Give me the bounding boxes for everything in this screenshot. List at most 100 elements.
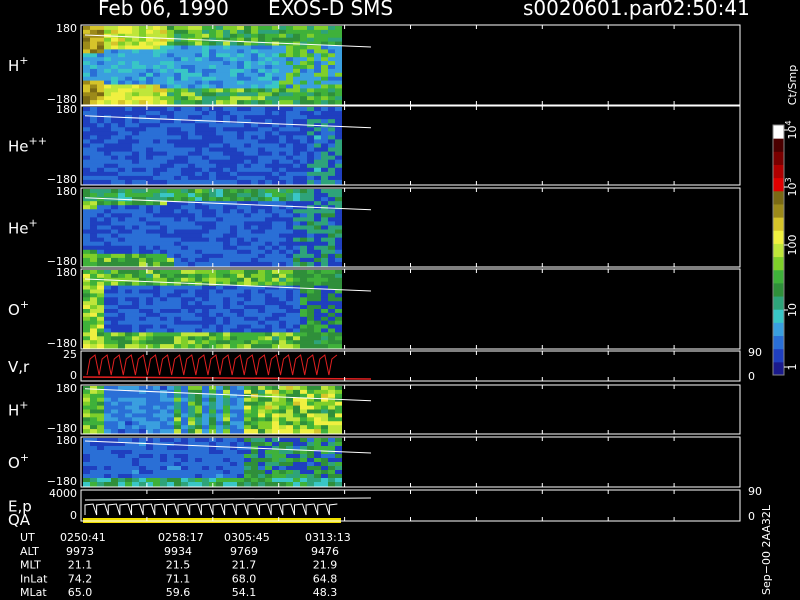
spectrogram-cell [111, 119, 118, 124]
spectrogram-cell [279, 253, 286, 259]
spectrogram-cell [167, 68, 174, 74]
spectrogram-cell [160, 49, 167, 54]
spectrogram-cell [244, 324, 251, 330]
spectrogram-cell [118, 119, 125, 124]
colorbar-tick-label: 100 [786, 235, 799, 256]
spectrogram-cell [97, 107, 104, 112]
spectrogram-cell [314, 320, 321, 326]
spectrogram-cell [258, 249, 265, 255]
spectrogram-cell [139, 131, 146, 136]
spectrogram-cell [153, 49, 160, 54]
spectrogram-cell [265, 261, 272, 267]
spectrogram-cell [153, 41, 160, 47]
spectrogram-cell [146, 458, 153, 463]
spectrogram-cell [209, 454, 216, 459]
spectrogram-cell [181, 139, 188, 145]
spectrogram-cell [83, 397, 90, 403]
spectrogram-cell [272, 413, 279, 418]
spectrogram-cell [90, 37, 97, 43]
spectrogram-cell [90, 33, 97, 39]
spectrogram-cell [160, 61, 167, 66]
spectrogram-cell [104, 143, 111, 149]
spectrogram-cell [167, 438, 174, 443]
spectrogram-cell [118, 305, 125, 310]
spectrogram-cell [293, 37, 300, 43]
spectrogram-cell [188, 316, 195, 322]
spectrogram-cell [230, 155, 237, 161]
spectrogram-cell [209, 409, 216, 415]
spectrogram-cell [237, 393, 244, 399]
spectrogram-cell [328, 209, 335, 214]
spectrogram-cell [328, 84, 335, 89]
spectrogram-cell [139, 261, 146, 267]
spectrogram-cell [195, 139, 202, 145]
spectrogram-cell [188, 405, 195, 411]
spectrogram-cell [153, 241, 160, 247]
spectrogram-cell [202, 29, 209, 35]
spectrogram-cell [167, 163, 174, 169]
spectrogram-cell [293, 253, 300, 259]
spectrogram-cell [83, 277, 90, 283]
spectrogram-cell [223, 237, 230, 243]
spectrogram-cell [321, 462, 328, 467]
spectrogram-cell [111, 163, 118, 169]
spectrogram-cell [300, 80, 307, 86]
spectrogram-cell [216, 320, 223, 326]
spectrogram-cell [160, 478, 167, 483]
spectrogram-cell [118, 45, 125, 50]
spectrogram-cell [216, 217, 223, 223]
spectrogram-cell [314, 421, 321, 426]
spectrogram-cell [125, 429, 132, 434]
spectrogram-cell [265, 26, 272, 31]
spectrogram-cell [174, 470, 181, 475]
spectrogram-cell [223, 143, 230, 149]
spectrogram-cell [279, 405, 286, 411]
spectrogram-cell [188, 76, 195, 82]
spectrogram-cell [230, 478, 237, 483]
spectrogram-cell [160, 26, 167, 31]
spectrogram-cell [314, 281, 321, 287]
spectrogram-cell [237, 175, 244, 181]
spectrogram-cell [237, 155, 244, 161]
spectrogram-cell [139, 401, 146, 407]
panel-label: He++ [8, 135, 47, 156]
spectrogram-cell [132, 123, 139, 128]
spectrogram-cell [167, 213, 174, 218]
spectrogram-cell [328, 301, 335, 306]
spectrogram-cell [174, 49, 181, 54]
spectrogram-cell [160, 53, 167, 58]
spectrogram-cell [265, 61, 272, 66]
spectrogram-cell [272, 466, 279, 471]
spectrogram-cell [167, 261, 174, 267]
spectrogram-cell [97, 159, 104, 165]
spectrogram-cell [293, 84, 300, 89]
spectrogram-cell [223, 111, 230, 116]
spectrogram-cell [321, 217, 328, 223]
spectrogram-cell [97, 96, 104, 101]
spectrogram-cell [272, 305, 279, 310]
spectrogram-cell [209, 96, 216, 101]
spectrogram-cell [230, 76, 237, 82]
spectrogram-cell [83, 61, 90, 66]
spectrogram-cell [209, 237, 216, 243]
spectrogram-cell [104, 309, 111, 314]
spectrogram-cell [195, 26, 202, 31]
time-axis-value: 9973 [66, 545, 94, 558]
spectrogram-cell [174, 179, 181, 185]
spectrogram-cell [104, 425, 111, 430]
spectrogram-cell [132, 458, 139, 463]
spectrogram-cell [160, 68, 167, 74]
spectrogram-cell [307, 65, 314, 70]
spectrogram-cell [307, 155, 314, 161]
spectrogram-cell [314, 193, 321, 198]
spectrogram-cell [279, 237, 286, 243]
spectrogram-cell [279, 107, 286, 112]
spectrogram-cell [251, 225, 258, 231]
spectrogram-cell [237, 438, 244, 443]
spectrogram-cell [230, 179, 237, 185]
spectrogram-cell [174, 297, 181, 302]
panel-label-superscript: + [19, 54, 28, 67]
spectrogram-cell [202, 65, 209, 70]
spectrogram-cell [174, 312, 181, 318]
spectrogram-cell [300, 462, 307, 467]
